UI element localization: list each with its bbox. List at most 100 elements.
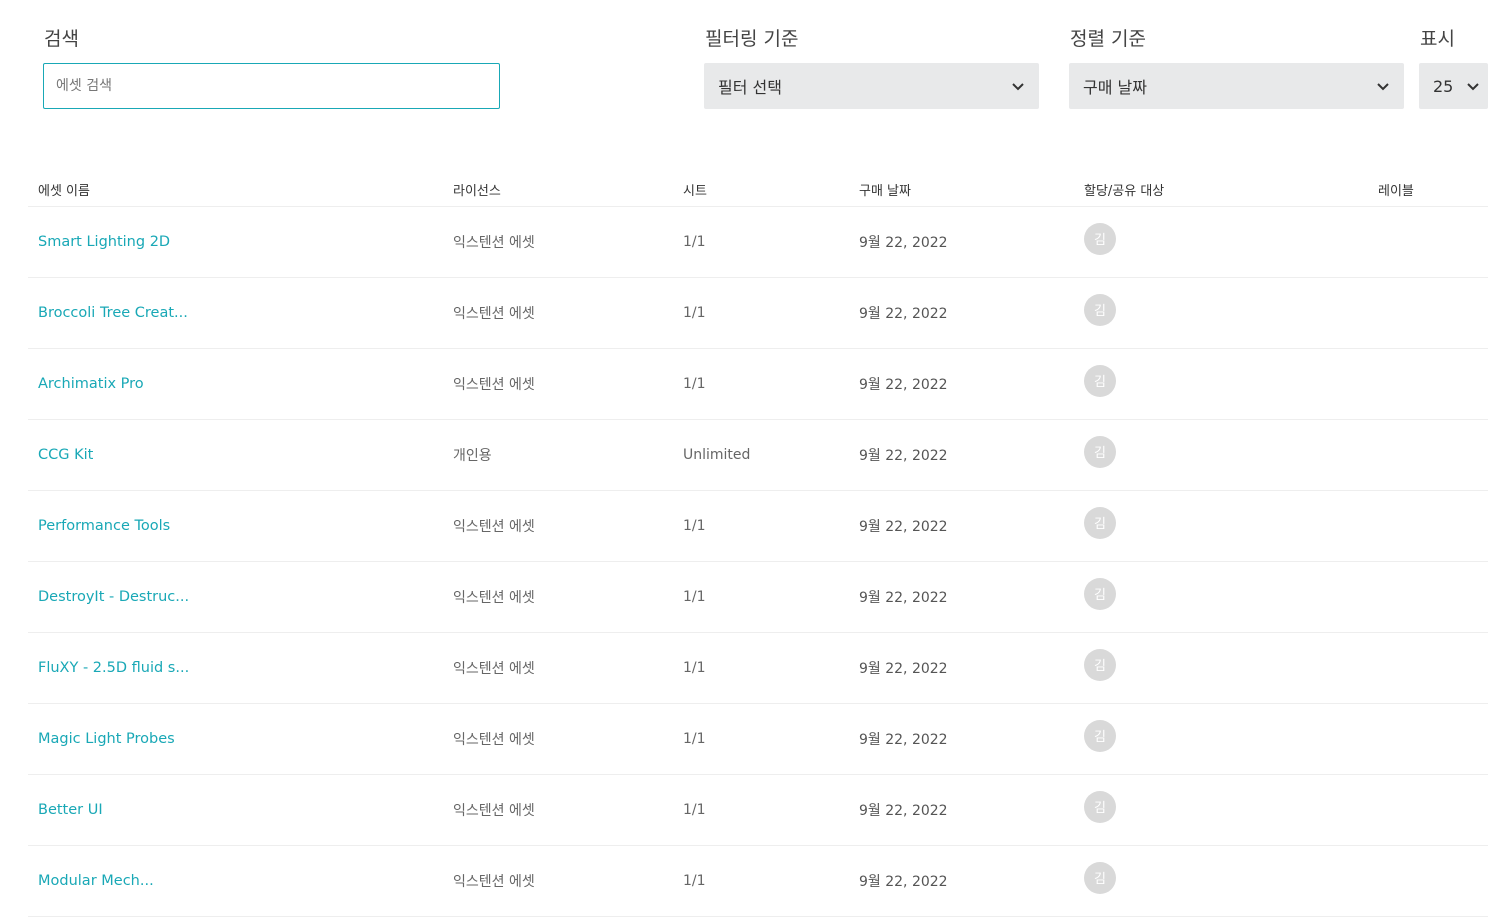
asset-name-link[interactable]: Performance Tools: [38, 518, 170, 534]
license-cell: 익스텐션 에셋: [443, 490, 673, 562]
filter-select[interactable]: 필터 선택: [704, 63, 1039, 109]
label-cell[interactable]: [1368, 774, 1488, 846]
column-header-assigned-to[interactable]: 할당/공유 대상: [1074, 172, 1368, 207]
license-cell: 익스텐션 에셋: [443, 348, 673, 420]
display-count-value: 25: [1433, 76, 1454, 96]
assets-table: 에셋 이름 라이선스 시트 구매 날짜 할당/공유 대상 레이블 Smart L…: [28, 172, 1488, 917]
assigned-to-cell: 김: [1074, 277, 1368, 349]
table-header-row: 에셋 이름 라이선스 시트 구매 날짜 할당/공유 대상 레이블: [28, 172, 1488, 207]
chevron-down-icon: [1011, 81, 1025, 91]
column-header-seats[interactable]: 시트: [673, 172, 849, 207]
seats-cell: 1/1: [673, 845, 849, 917]
label-cell[interactable]: [1368, 206, 1488, 278]
sort-label: 정렬 기준: [1070, 28, 1146, 50]
seats-cell: 1/1: [673, 348, 849, 420]
license-cell: 익스텐션 에셋: [443, 703, 673, 775]
purchase-date-cell: 9월 22, 2022: [849, 774, 1074, 846]
table-row[interactable]: Better UI 익스텐션 에셋 1/1 9월 22, 2022 김: [28, 774, 1488, 846]
search-input[interactable]: [43, 63, 500, 109]
purchase-date-cell: 9월 22, 2022: [849, 561, 1074, 633]
seats-cell: 1/1: [673, 490, 849, 562]
avatar[interactable]: 김: [1084, 719, 1116, 752]
table-row[interactable]: FluXY - 2.5D fluid s... 익스텐션 에셋 1/1 9월 22, …: [28, 632, 1488, 704]
asset-name-link[interactable]: FluXY - 2.5D fluid s...: [38, 660, 189, 676]
asset-name-cell: Better UI: [28, 774, 443, 846]
sort-select-value: 구매 날짜: [1083, 78, 1147, 97]
label-cell[interactable]: [1368, 419, 1488, 491]
label-cell[interactable]: [1368, 348, 1488, 420]
license-cell: 익스텐션 에셋: [443, 277, 673, 349]
license-cell: 익스텐션 에셋: [443, 206, 673, 278]
filter-label: 필터링 기준: [705, 28, 799, 50]
table-row[interactable]: DestroyIt - Destruc... 익스텐션 에셋 1/1 9월 22, 2…: [28, 561, 1488, 633]
column-header-labels[interactable]: 레이블: [1368, 172, 1488, 207]
asset-name-link[interactable]: CCG Kit: [38, 447, 93, 463]
avatar[interactable]: 김: [1084, 506, 1116, 539]
purchase-date-cell: 9월 22, 2022: [849, 419, 1074, 491]
purchase-date-cell: 9월 22, 2022: [849, 206, 1074, 278]
asset-name-link[interactable]: DestroyIt - Destruc...: [38, 589, 189, 605]
avatar[interactable]: 김: [1084, 293, 1116, 326]
purchase-date-cell: 9월 22, 2022: [849, 703, 1074, 775]
asset-name-cell: DestroyIt - Destruc...: [28, 561, 443, 633]
purchase-date-cell: 9월 22, 2022: [849, 490, 1074, 562]
license-cell: 익스텐션 에셋: [443, 561, 673, 633]
table-row[interactable]: Magic Light Probes 익스텐션 에셋 1/1 9월 22, 2022 김: [28, 703, 1488, 775]
label-cell[interactable]: [1368, 561, 1488, 633]
asset-name-cell: Archimatix Pro: [28, 348, 443, 420]
avatar[interactable]: 김: [1084, 435, 1116, 468]
avatar[interactable]: 김: [1084, 222, 1116, 255]
asset-name-cell: FluXY - 2.5D fluid s...: [28, 632, 443, 704]
chevron-down-icon: [1376, 81, 1390, 91]
asset-name-link[interactable]: Broccoli Tree Creat...: [38, 305, 188, 321]
avatar[interactable]: 김: [1084, 648, 1116, 681]
table-row[interactable]: Broccoli Tree Creat... 익스텐션 에셋 1/1 9월 22, 2…: [28, 277, 1488, 349]
column-header-asset-name[interactable]: 에셋 이름: [28, 172, 443, 207]
label-cell[interactable]: [1368, 703, 1488, 775]
display-count-select[interactable]: 25: [1419, 63, 1488, 109]
label-cell[interactable]: [1368, 277, 1488, 349]
asset-name-link[interactable]: Smart Lighting 2D: [38, 234, 170, 250]
table-row[interactable]: Smart Lighting 2D 익스텐션 에셋 1/1 9월 22, 2022 김: [28, 206, 1488, 278]
license-cell: 익스텐션 에셋: [443, 632, 673, 704]
asset-name-link[interactable]: Magic Light Probes: [38, 731, 175, 747]
seats-cell: Unlimited: [673, 419, 849, 491]
asset-name-link[interactable]: Archimatix Pro: [38, 376, 144, 392]
table-row[interactable]: Performance Tools 익스텐션 에셋 1/1 9월 22, 2022 김: [28, 490, 1488, 562]
display-label: 표시: [1420, 28, 1455, 50]
assigned-to-cell: 김: [1074, 703, 1368, 775]
asset-name-cell: Magic Light Probes: [28, 703, 443, 775]
label-cell[interactable]: [1368, 490, 1488, 562]
purchase-date-cell: 9월 22, 2022: [849, 632, 1074, 704]
column-header-license[interactable]: 라이선스: [443, 172, 673, 207]
license-cell: 익스텐션 에셋: [443, 845, 673, 917]
avatar[interactable]: 김: [1084, 577, 1116, 610]
assigned-to-cell: 김: [1074, 490, 1368, 562]
table-row[interactable]: CCG Kit 개인용 Unlimited 9월 22, 2022 김: [28, 419, 1488, 491]
avatar[interactable]: 김: [1084, 861, 1116, 894]
asset-name-link[interactable]: Modular Mech...: [38, 873, 154, 889]
column-header-purchase-date[interactable]: 구매 날짜: [849, 172, 1074, 207]
assigned-to-cell: 김: [1074, 419, 1368, 491]
label-cell[interactable]: [1368, 632, 1488, 704]
assigned-to-cell: 김: [1074, 561, 1368, 633]
assigned-to-cell: 김: [1074, 206, 1368, 278]
label-cell[interactable]: [1368, 845, 1488, 917]
assigned-to-cell: 김: [1074, 632, 1368, 704]
search-label: 검색: [44, 28, 79, 50]
license-cell: 개인용: [443, 419, 673, 491]
seats-cell: 1/1: [673, 561, 849, 633]
controls-bar: 검색 필터링 기준 필터 선택 정렬 기준 구매 날짜 표시 25: [0, 0, 1511, 160]
seats-cell: 1/1: [673, 632, 849, 704]
asset-name-cell: Broccoli Tree Creat...: [28, 277, 443, 349]
table-row[interactable]: Modular Mech... 익스텐션 에셋 1/1 9월 22, 2022 김: [28, 845, 1488, 917]
avatar[interactable]: 김: [1084, 364, 1116, 397]
asset-name-link[interactable]: Better UI: [38, 802, 103, 818]
assigned-to-cell: 김: [1074, 348, 1368, 420]
filter-select-value: 필터 선택: [718, 78, 782, 97]
seats-cell: 1/1: [673, 277, 849, 349]
sort-select[interactable]: 구매 날짜: [1069, 63, 1404, 109]
asset-name-cell: Performance Tools: [28, 490, 443, 562]
table-row[interactable]: Archimatix Pro 익스텐션 에셋 1/1 9월 22, 2022 김: [28, 348, 1488, 420]
avatar[interactable]: 김: [1084, 790, 1116, 823]
